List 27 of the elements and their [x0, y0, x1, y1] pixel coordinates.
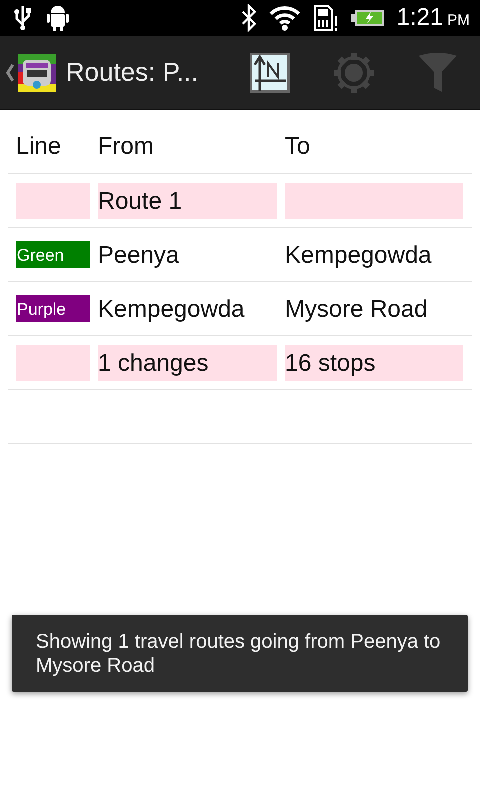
toast-message: Showing 1 travel routes going from Peenya to Mysore Road — [12, 615, 468, 692]
bluetooth-icon — [240, 4, 257, 32]
table-cell-text: Peenya — [98, 240, 180, 270]
table-cell: Route 1 — [98, 182, 277, 218]
line-tag: Purple — [16, 295, 90, 322]
north-arrow-icon — [250, 52, 290, 92]
table-cell-text: Kempegowda — [285, 240, 433, 270]
column-header: From — [98, 132, 155, 160]
screen-title: Routes: P... — [66, 57, 198, 88]
clock-period: PM — [448, 12, 470, 29]
table-cell-text: Kempegowda — [98, 294, 246, 324]
column-header: To — [285, 132, 312, 160]
wifi-icon — [268, 5, 301, 31]
usb-icon — [14, 5, 32, 31]
filter-icon — [418, 52, 458, 94]
table-cell: 16 stops — [285, 344, 463, 380]
clock-time: 1:21 — [396, 4, 444, 32]
battery-charging-icon — [350, 8, 385, 28]
line-tag: Green — [16, 241, 90, 268]
column-header: Line — [16, 132, 62, 160]
table-cell: 1 changes — [98, 344, 277, 380]
table-cell-text: Mysore Road — [285, 294, 429, 324]
app-logo-icon[interactable] — [18, 54, 56, 92]
back-chevron-icon[interactable] — [6, 64, 14, 82]
settings-icon — [333, 52, 375, 94]
android-icon — [46, 5, 70, 31]
sim-card-icon — [312, 4, 339, 32]
